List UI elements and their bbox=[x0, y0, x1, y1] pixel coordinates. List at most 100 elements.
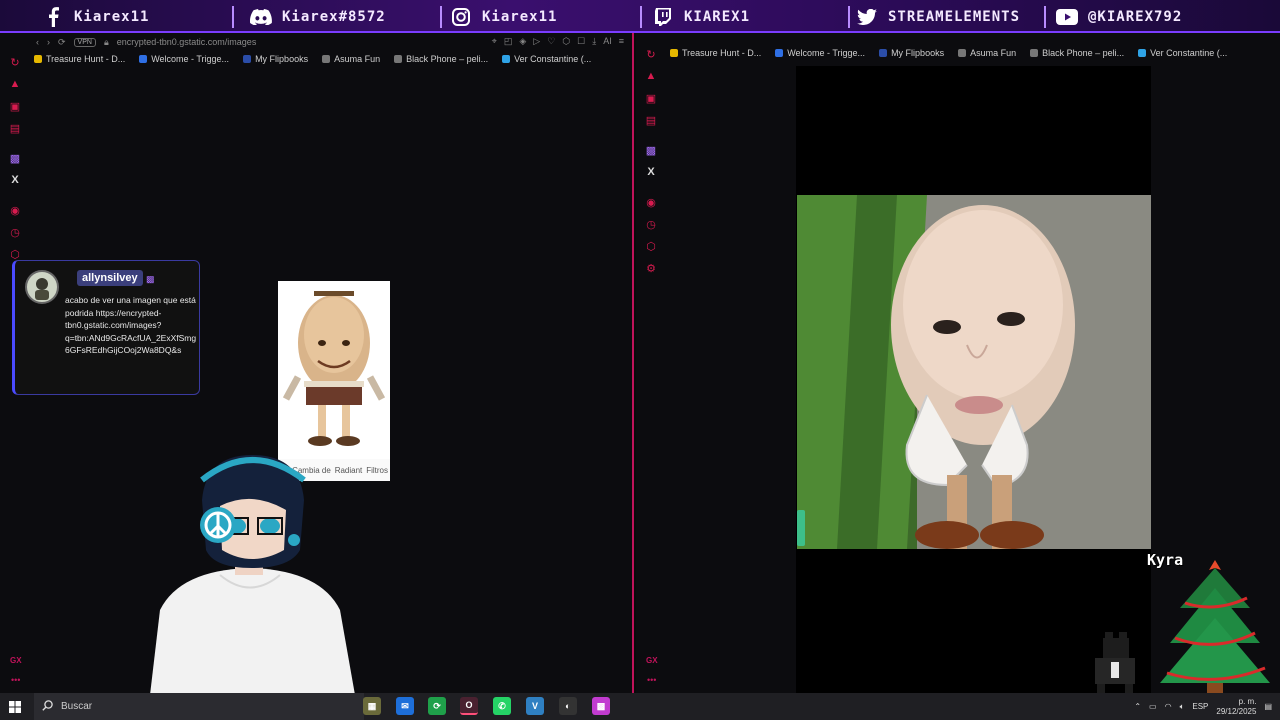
asuma-icon bbox=[322, 55, 331, 63]
chat-message-text: acabo de ver una imagen que está podrida… bbox=[65, 295, 197, 355]
box-icon[interactable]: ☐ bbox=[577, 36, 585, 47]
player-icon[interactable]: ◉ bbox=[644, 195, 658, 209]
bookmark-label: My Flipbooks bbox=[255, 54, 309, 64]
twitch-icon[interactable]: ▩ bbox=[8, 151, 22, 165]
lock-icon: 🔒︎ bbox=[103, 36, 109, 47]
social-youtube: @KIAREX792 bbox=[1056, 6, 1182, 28]
x-icon[interactable]: X bbox=[644, 165, 658, 179]
dog-sprite bbox=[1075, 628, 1155, 698]
opera-gx-app-icon[interactable]: O bbox=[460, 697, 478, 715]
network-icon[interactable]: ▭ bbox=[1149, 702, 1157, 711]
divider bbox=[1044, 6, 1046, 28]
social-banner: Kiarex11 Kiarex#8572 Kiarex11 KIAREX1 ST… bbox=[0, 0, 1280, 33]
social-discord: Kiarex#8572 bbox=[250, 6, 386, 28]
instagram-icon bbox=[450, 6, 472, 28]
settings-icon[interactable]: ⚙ bbox=[644, 261, 658, 275]
cube-icon[interactable]: ⬡ bbox=[562, 36, 570, 47]
facebook-icon bbox=[42, 6, 64, 28]
avatar bbox=[25, 270, 59, 304]
bookmark-label: Asuma Fun bbox=[970, 48, 1017, 58]
divider bbox=[440, 6, 442, 28]
sparkle-icon bbox=[1030, 49, 1039, 57]
bookmark-label: Ver Constantine (... bbox=[514, 54, 592, 64]
wifi-icon[interactable]: ◠ bbox=[1165, 702, 1172, 711]
more-icon[interactable]: ••• bbox=[11, 675, 20, 685]
side-tab-handle[interactable] bbox=[797, 510, 805, 546]
url-input[interactable]: encrypted-tbn0.gstatic.com/images bbox=[117, 37, 257, 47]
social-instagram: Kiarex11 bbox=[450, 6, 557, 28]
social-label: @KIAREX792 bbox=[1088, 9, 1183, 25]
bookmark-item[interactable]: Welcome - Trigge... bbox=[775, 48, 865, 58]
sync-app-icon[interactable]: ⟳ bbox=[428, 697, 446, 715]
play-icon[interactable]: ▷ bbox=[533, 36, 540, 47]
history-icon[interactable]: ↻ bbox=[644, 47, 658, 61]
divider bbox=[232, 6, 234, 28]
streaming-app-icon[interactable]: ▩ bbox=[592, 697, 610, 715]
bookmark-item[interactable]: Ver Constantine (... bbox=[502, 54, 591, 64]
bookmark-item[interactable]: Ver Constantine (... bbox=[1138, 48, 1227, 58]
heart-icon[interactable]: ♡ bbox=[547, 36, 555, 47]
vtuber-avatar bbox=[140, 450, 370, 695]
discord-icon bbox=[250, 6, 272, 28]
windows-start-icon[interactable] bbox=[0, 693, 30, 720]
youtube-icon bbox=[1056, 6, 1078, 28]
forward-icon[interactable]: › bbox=[47, 37, 50, 47]
bookmark-item[interactable]: Asuma Fun bbox=[958, 48, 1016, 58]
snapshot-icon[interactable]: ◰ bbox=[504, 36, 513, 47]
menu-icon[interactable]: ≡ bbox=[619, 36, 624, 47]
chevron-up-icon[interactable]: ⌃ bbox=[1134, 702, 1141, 711]
chat-icon[interactable]: ▣ bbox=[8, 99, 22, 113]
whatsapp-app-icon[interactable]: ✆ bbox=[493, 697, 511, 715]
note-icon[interactable]: ▤ bbox=[8, 121, 22, 135]
vscode-app-icon[interactable]: V bbox=[526, 697, 544, 715]
x-icon[interactable]: X bbox=[8, 173, 22, 187]
vpn-badge[interactable]: VPN bbox=[73, 37, 96, 47]
taskbar-search-input[interactable]: Buscar bbox=[34, 693, 364, 720]
chat-icon[interactable]: ▣ bbox=[644, 91, 658, 105]
download-icon[interactable]: ⤓ bbox=[592, 36, 596, 47]
bookmark-item[interactable]: My Flipbooks bbox=[243, 54, 308, 64]
cube-icon[interactable]: ⬡ bbox=[644, 239, 658, 253]
bag-icon[interactable]: ▲ bbox=[644, 69, 658, 83]
bookmark-label: My Flipbooks bbox=[891, 48, 945, 58]
system-tray: ⌃ ▭ ◠ 🔈︎ ESP p. m. 29/12/2025 ▤ bbox=[1134, 693, 1280, 720]
shield-icon[interactable]: ◈ bbox=[519, 36, 526, 47]
obs-app-icon[interactable]: ◐ bbox=[559, 697, 577, 715]
volume-icon[interactable]: 🔈︎ bbox=[1180, 702, 1185, 712]
clock-icon[interactable]: ◷ bbox=[644, 217, 658, 231]
bookmark-item[interactable]: Asuma Fun bbox=[322, 54, 380, 64]
clock[interactable]: p. m. 29/12/2025 bbox=[1216, 697, 1256, 717]
windows-taskbar: Buscar ▦ ✉ ⟳ O ✆ V ◐ ▩ ⌃ ▭ ◠ 🔈︎ ESP p. m… bbox=[0, 693, 1280, 720]
bookmark-item[interactable]: My Flipbooks bbox=[879, 48, 944, 58]
notifications-icon[interactable]: ▤ bbox=[1264, 702, 1272, 711]
language-indicator[interactable]: ESP bbox=[1192, 702, 1208, 711]
clock-icon[interactable]: ◷ bbox=[8, 225, 22, 239]
bookmark-item[interactable]: Black Phone – peli... bbox=[1030, 48, 1124, 58]
history-icon[interactable]: ↻ bbox=[8, 55, 22, 69]
screen: Kiarex11 Kiarex#8572 Kiarex11 KIAREX1 ST… bbox=[0, 0, 1280, 720]
bookmark-label: Welcome - Trigge... bbox=[787, 48, 866, 58]
ai-button[interactable]: AI bbox=[603, 36, 612, 47]
bookmark-item[interactable]: Treasure Hunt - D... bbox=[670, 48, 761, 58]
more-icon[interactable]: ••• bbox=[647, 675, 656, 685]
bookmark-item[interactable]: Welcome - Trigge... bbox=[139, 54, 229, 64]
player-icon[interactable]: ◉ bbox=[8, 203, 22, 217]
mail-app-icon[interactable]: ✉ bbox=[396, 697, 414, 715]
bag-icon[interactable]: ▲ bbox=[8, 77, 22, 91]
social-facebook: Kiarex11 bbox=[42, 6, 149, 28]
back-icon[interactable]: ‹ bbox=[36, 37, 39, 47]
divider bbox=[848, 6, 850, 28]
calendar-app-icon[interactable]: ▦ bbox=[363, 697, 381, 715]
reload-icon[interactable]: ⟳ bbox=[58, 37, 66, 48]
bookmark-label: Treasure Hunt - D... bbox=[46, 54, 126, 64]
bookmark-item[interactable]: Treasure Hunt - D... bbox=[34, 54, 125, 64]
pin-icon[interactable]: ⌖ bbox=[492, 36, 497, 47]
treasure-icon bbox=[670, 49, 678, 57]
twitch-icon[interactable]: ▩ bbox=[644, 143, 658, 157]
cube-icon[interactable]: ⬡ bbox=[8, 247, 22, 261]
video-icon bbox=[502, 55, 511, 63]
toolbar: ⌖ ◰ ◈ ▷ ♡ ⬡ ☐ ⤓ AI ≡ bbox=[492, 36, 624, 47]
note-icon[interactable]: ▤ bbox=[644, 113, 658, 127]
bookmark-item[interactable]: Black Phone – peli... bbox=[394, 54, 488, 64]
bookmark-label: Black Phone – peli... bbox=[1042, 48, 1125, 58]
